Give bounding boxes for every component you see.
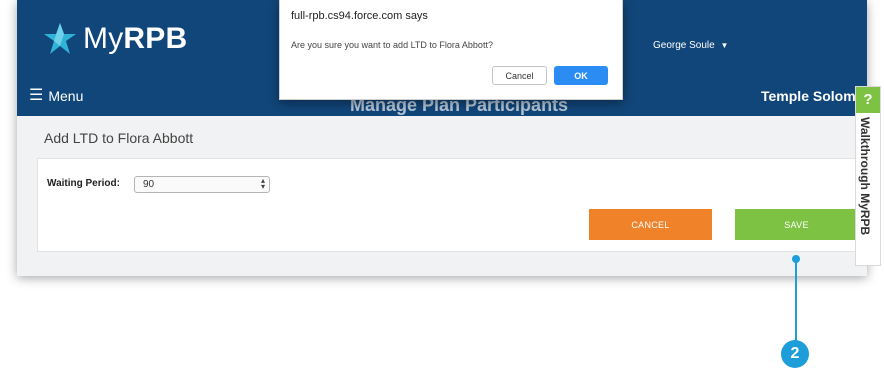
user-menu[interactable]: George Soule ▼ — [653, 40, 728, 51]
callout-dot — [792, 255, 800, 263]
callout-number-badge: 2 — [781, 340, 809, 368]
select-arrows-icon: ▴ ▾ — [260, 176, 265, 191]
star-logo-icon — [44, 23, 76, 54]
logo-text: MyRPB — [83, 22, 187, 56]
menu-button[interactable]: ☰ Menu — [29, 87, 84, 105]
cancel-button[interactable]: CANCEL — [589, 209, 712, 240]
logo-brand: RPB — [123, 22, 188, 55]
user-name: George Soule — [653, 40, 715, 51]
org-name: Temple Solom — [761, 88, 856, 104]
logo-prefix: My — [83, 22, 124, 55]
help-question-icon: ? — [856, 87, 880, 113]
myrpb-logo[interactable]: MyRPB — [43, 22, 187, 56]
chevron-down-icon: ▼ — [720, 41, 729, 50]
form-card: Waiting Period: 90 ▴ ▾ CANCEL SAVE — [37, 158, 858, 252]
confirm-dialog: full-rpb.cs94.force.com says Are you sur… — [279, 0, 623, 100]
callout-line — [795, 260, 797, 346]
section-title: Add LTD to Flora Abbott — [44, 130, 194, 146]
waiting-period-select[interactable]: 90 ▴ ▾ — [134, 176, 270, 193]
save-button[interactable]: SAVE — [735, 209, 858, 240]
waiting-period-label: Waiting Period: — [47, 178, 120, 189]
hamburger-icon: ☰ — [29, 87, 44, 104]
dialog-cancel-button[interactable]: Cancel — [492, 66, 547, 85]
menu-label: Menu — [48, 88, 84, 104]
waiting-period-value: 90 — [143, 179, 155, 190]
dialog-ok-button[interactable]: OK — [554, 66, 608, 85]
dialog-title: full-rpb.cs94.force.com says — [291, 10, 428, 22]
walkthrough-label: Walkthrough MyRPB — [858, 117, 872, 236]
dialog-message: Are you sure you want to add LTD to Flor… — [291, 40, 493, 50]
walkthrough-tab[interactable]: ? Walkthrough MyRPB — [855, 86, 881, 266]
